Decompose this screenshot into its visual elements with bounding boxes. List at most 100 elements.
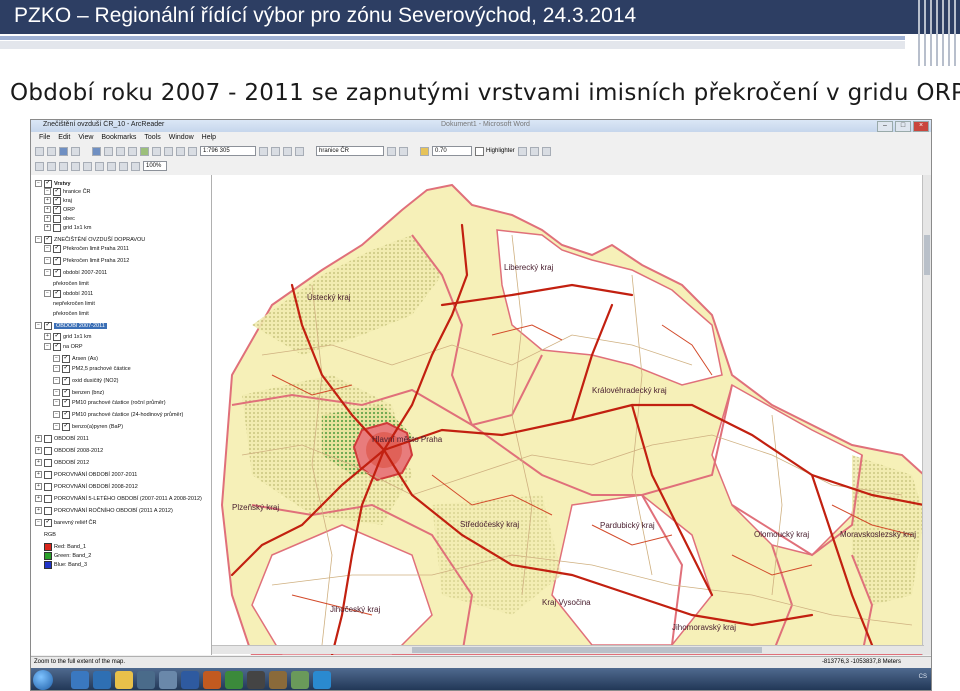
toc-expander[interactable]: −	[53, 355, 60, 362]
toc-expander[interactable]: +	[35, 447, 42, 454]
toc-row[interactable]: − PM2,5 prachové částice	[53, 364, 131, 373]
menu-tools[interactable]: Tools	[144, 132, 160, 143]
toc-checkbox[interactable]	[53, 244, 61, 253]
7zip-icon[interactable]	[247, 671, 265, 689]
toc-row[interactable]: − na ORP	[44, 342, 83, 351]
toc-checkbox[interactable]	[44, 482, 52, 491]
toc-row[interactable]: + obec	[44, 214, 75, 223]
toc-row[interactable]: − období 2011	[44, 289, 93, 298]
data-view-icon[interactable]	[71, 146, 80, 156]
toc-checkbox[interactable]	[44, 235, 52, 244]
toc-row[interactable]: − období 2007-2011	[44, 268, 107, 277]
menu-edit[interactable]: Edit	[58, 132, 70, 143]
clear-ink-icon[interactable]	[541, 146, 551, 156]
toc-row[interactable]: + grid 1x1 km	[44, 332, 91, 341]
app-icon-1[interactable]	[159, 671, 177, 689]
menu-view[interactable]: View	[78, 132, 93, 143]
toc-row[interactable]: + POROVNÁNÍ ROČNÍHO OBDOBÍ (2011 A 2012)	[35, 506, 173, 515]
toc-row[interactable]: − ZNEČIŠTĚNÍ OVZDUŠÍ DOPRAVOU	[35, 235, 145, 244]
layout-view-icon[interactable]	[59, 146, 68, 156]
page-pan-icon[interactable]	[59, 161, 68, 171]
map-view[interactable]: Liberecký kraj Ústecký kraj Hlavní město…	[212, 175, 924, 655]
page-fixed-out-icon[interactable]	[95, 161, 104, 171]
toc-expander[interactable]: −	[44, 245, 51, 252]
info-icon[interactable]	[259, 146, 268, 156]
toc-checkbox[interactable]	[53, 332, 61, 341]
close-button[interactable]: ×	[913, 121, 929, 132]
toc-expander[interactable]: −	[35, 180, 42, 187]
toc-row[interactable]: + OBDOBÍ 2008-2012	[35, 446, 103, 455]
toc-checkbox[interactable]	[62, 422, 70, 431]
toc-checkbox[interactable]	[44, 434, 52, 443]
measure-icon[interactable]	[283, 146, 292, 156]
toc-checkbox[interactable]	[53, 268, 61, 277]
highlighter-checkbox[interactable]: Highlighter	[475, 146, 515, 156]
layer-combo[interactable]: hranice ČR	[316, 146, 384, 156]
toc-expander[interactable]: +	[35, 507, 42, 514]
toc-row[interactable]: − hranice ČR	[44, 187, 91, 196]
erase-icon[interactable]	[529, 146, 539, 156]
toc-expander[interactable]: +	[35, 483, 42, 490]
toc-checkbox[interactable]	[53, 289, 61, 298]
toc-checkbox[interactable]	[62, 376, 70, 385]
toc-expander[interactable]: +	[44, 333, 51, 340]
toc-row[interactable]: nepřekročen limit	[53, 299, 95, 308]
hyperlink-icon[interactable]	[271, 146, 280, 156]
toc-row[interactable]: RGB	[44, 530, 56, 539]
open-icon[interactable]	[35, 146, 44, 156]
toc-expander[interactable]: +	[44, 215, 51, 222]
toc-expander[interactable]: −	[53, 389, 60, 396]
page-fixed-in-icon[interactable]	[83, 161, 92, 171]
map-canvas[interactable]: Liberecký kraj Ústecký kraj Hlavní město…	[212, 175, 924, 655]
toc-expander[interactable]: −	[44, 188, 51, 195]
page-full-icon[interactable]	[71, 161, 80, 171]
toc-row[interactable]: překročen limit	[53, 279, 89, 288]
internet-explorer-icon[interactable]	[93, 671, 111, 689]
find-icon[interactable]	[188, 146, 197, 156]
toc-checkbox[interactable]	[44, 494, 52, 503]
app-icon-4[interactable]	[291, 671, 309, 689]
toc-checkbox[interactable]	[44, 446, 52, 455]
start-button[interactable]	[33, 670, 53, 690]
toc-expander[interactable]: −	[35, 519, 42, 526]
toc-checkbox[interactable]	[44, 458, 52, 467]
layer-tool-icon[interactable]	[387, 146, 396, 156]
toc-row[interactable]: + kraj	[44, 196, 72, 205]
toc-row[interactable]: − Arsen (As)	[53, 354, 98, 363]
swipe-icon[interactable]	[295, 146, 304, 156]
toc-row[interactable]: Blue: Band_3	[44, 560, 87, 569]
toc-row[interactable]: + OBDOBÍ 2012	[35, 458, 89, 467]
pan-icon[interactable]	[128, 146, 137, 156]
page-zoom-in-icon[interactable]	[35, 161, 44, 171]
toc-row[interactable]: − PM10 prachové částice (roční průměr)	[53, 398, 166, 407]
map-vertical-scrollbar[interactable]	[922, 175, 931, 655]
toc-expander[interactable]: −	[44, 269, 51, 276]
toc-expander[interactable]: +	[35, 435, 42, 442]
toc-checkbox[interactable]	[62, 354, 70, 363]
toc-expander[interactable]: −	[44, 257, 51, 264]
full-extent-icon[interactable]	[140, 146, 149, 156]
toc-row[interactable]: − benzo(a)pyren (BaP)	[53, 422, 123, 431]
toc-row[interactable]: − PM10 prachové částice (24-hodinový prům…	[53, 410, 183, 419]
language-indicator[interactable]: CS	[919, 674, 927, 680]
toc-expander[interactable]: +	[44, 224, 51, 231]
next-extent-icon[interactable]	[164, 146, 173, 156]
toc-expander[interactable]: −	[53, 365, 60, 372]
print-icon[interactable]	[47, 146, 56, 156]
minimize-button[interactable]: –	[877, 121, 893, 132]
menu-window[interactable]: Window	[169, 132, 194, 143]
toc-expander[interactable]: +	[35, 471, 42, 478]
toc-expander[interactable]: +	[35, 495, 42, 502]
toc-checkbox[interactable]	[44, 518, 52, 527]
toc-row[interactable]: − benzen (bnz)	[53, 388, 104, 397]
toc-row[interactable]: + POROVNÁNÍ OBDOBÍ 2007-2011	[35, 470, 137, 479]
toc-row[interactable]: + POROVNÁNÍ 5-LETÉHO OBDOBÍ (2007-2011 A …	[35, 494, 202, 503]
zoom-out-icon[interactable]	[116, 146, 125, 156]
toc-checkbox[interactable]	[62, 388, 70, 397]
zoom-combo[interactable]: 100%	[143, 161, 167, 171]
toc-expander[interactable]: −	[53, 423, 60, 430]
toc-row[interactable]: − Překročen limit Praha 2011	[44, 244, 129, 253]
transparency-icon[interactable]	[399, 146, 408, 156]
toc-expander[interactable]: −	[53, 411, 60, 418]
toc-expander[interactable]: −	[44, 343, 51, 350]
